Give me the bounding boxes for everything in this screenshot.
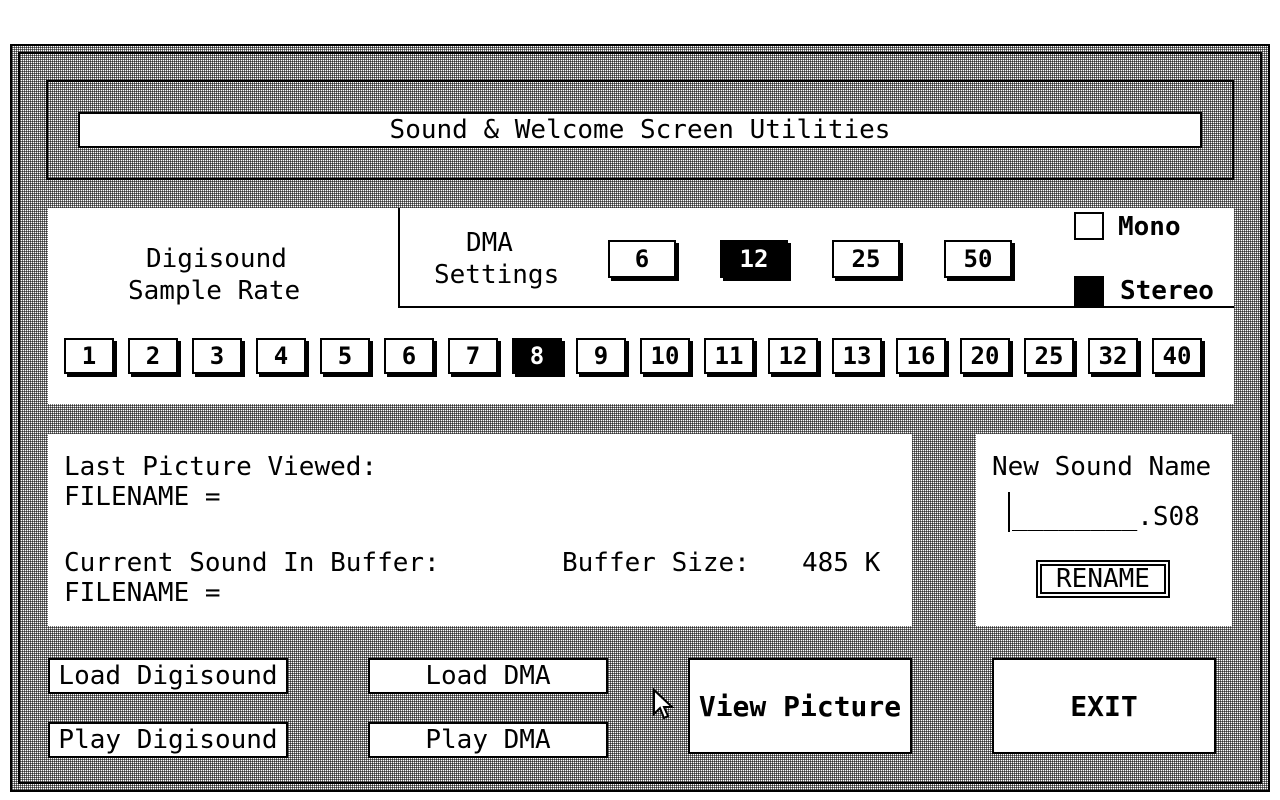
rate-32-button[interactable]: 32 (1088, 338, 1138, 374)
rate-20-button[interactable]: 20 (960, 338, 1010, 374)
mono-label: Mono (1118, 212, 1181, 242)
dma-label-line2: Settings (434, 260, 560, 290)
digisound-label-line2: Sample Rate (128, 276, 301, 306)
last-picture-label: Last Picture Viewed: (64, 452, 378, 482)
rate-3-button[interactable]: 3 (192, 338, 242, 374)
buffer-size-value: 485 K (802, 548, 881, 578)
mono-checkbox[interactable] (1074, 212, 1104, 240)
play-dma-button[interactable]: Play DMA (368, 722, 608, 758)
load-dma-button[interactable]: Load DMA (368, 658, 608, 694)
play-digisound-button[interactable]: Play Digisound (48, 722, 288, 758)
rate-7-button[interactable]: 7 (448, 338, 498, 374)
rate-13-button[interactable]: 13 (832, 338, 882, 374)
stereo-checkbox[interactable] (1074, 276, 1104, 306)
rate-12-button[interactable]: 12 (768, 338, 818, 374)
current-sound-label: Current Sound In Buffer: (64, 548, 440, 578)
exit-button[interactable]: EXIT (992, 658, 1216, 754)
rate-5-button[interactable]: 5 (320, 338, 370, 374)
rate-6-button[interactable]: 6 (384, 338, 434, 374)
rename-button[interactable]: RENAME (1036, 560, 1170, 598)
rename-button-label: RENAME (1056, 564, 1150, 594)
play-dma-label: Play DMA (425, 725, 551, 755)
exit-label: EXIT (1070, 689, 1138, 723)
rate-25-button[interactable]: 25 (1024, 338, 1074, 374)
play-digisound-label: Play Digisound (58, 725, 278, 755)
new-sound-name-heading: New Sound Name (992, 452, 1212, 482)
load-dma-label: Load DMA (425, 661, 551, 691)
stereo-label: Stereo (1120, 276, 1214, 306)
mouse-pointer-icon (653, 688, 675, 720)
dma-rate-25-button[interactable]: 25 (832, 240, 900, 278)
page-title: Sound & Welcome Screen Utilities (389, 115, 891, 145)
dma-settings-box (398, 208, 1234, 308)
load-digisound-button[interactable]: Load Digisound (48, 658, 288, 694)
dma-label-line1: DMA (466, 228, 513, 258)
view-picture-label: View Picture (698, 689, 902, 723)
rate-10-button[interactable]: 10 (640, 338, 690, 374)
rate-11-button[interactable]: 11 (704, 338, 754, 374)
text-cursor (1008, 492, 1010, 532)
rate-2-button[interactable]: 2 (128, 338, 178, 374)
digisound-label-line1: Digisound (146, 244, 287, 274)
rate-1-button[interactable]: 1 (64, 338, 114, 374)
dma-rate-6-button[interactable]: 6 (608, 240, 676, 278)
dma-rate-12-button[interactable]: 12 (720, 240, 788, 278)
current-sound-filename: FILENAME = (64, 578, 221, 608)
rate-8-button[interactable]: 8 (512, 338, 562, 374)
buffer-size-label: Buffer Size: (562, 548, 750, 578)
rate-9-button[interactable]: 9 (576, 338, 626, 374)
last-picture-filename: FILENAME = (64, 482, 221, 512)
title-bar: Sound & Welcome Screen Utilities (78, 112, 1202, 148)
view-picture-button[interactable]: View Picture (688, 658, 912, 754)
load-digisound-label: Load Digisound (58, 661, 278, 691)
rate-40-button[interactable]: 40 (1152, 338, 1202, 374)
rate-16-button[interactable]: 16 (896, 338, 946, 374)
dma-rate-50-button[interactable]: 50 (944, 240, 1012, 278)
sound-name-field[interactable]: ________.S08 (1012, 502, 1200, 532)
rate-4-button[interactable]: 4 (256, 338, 306, 374)
